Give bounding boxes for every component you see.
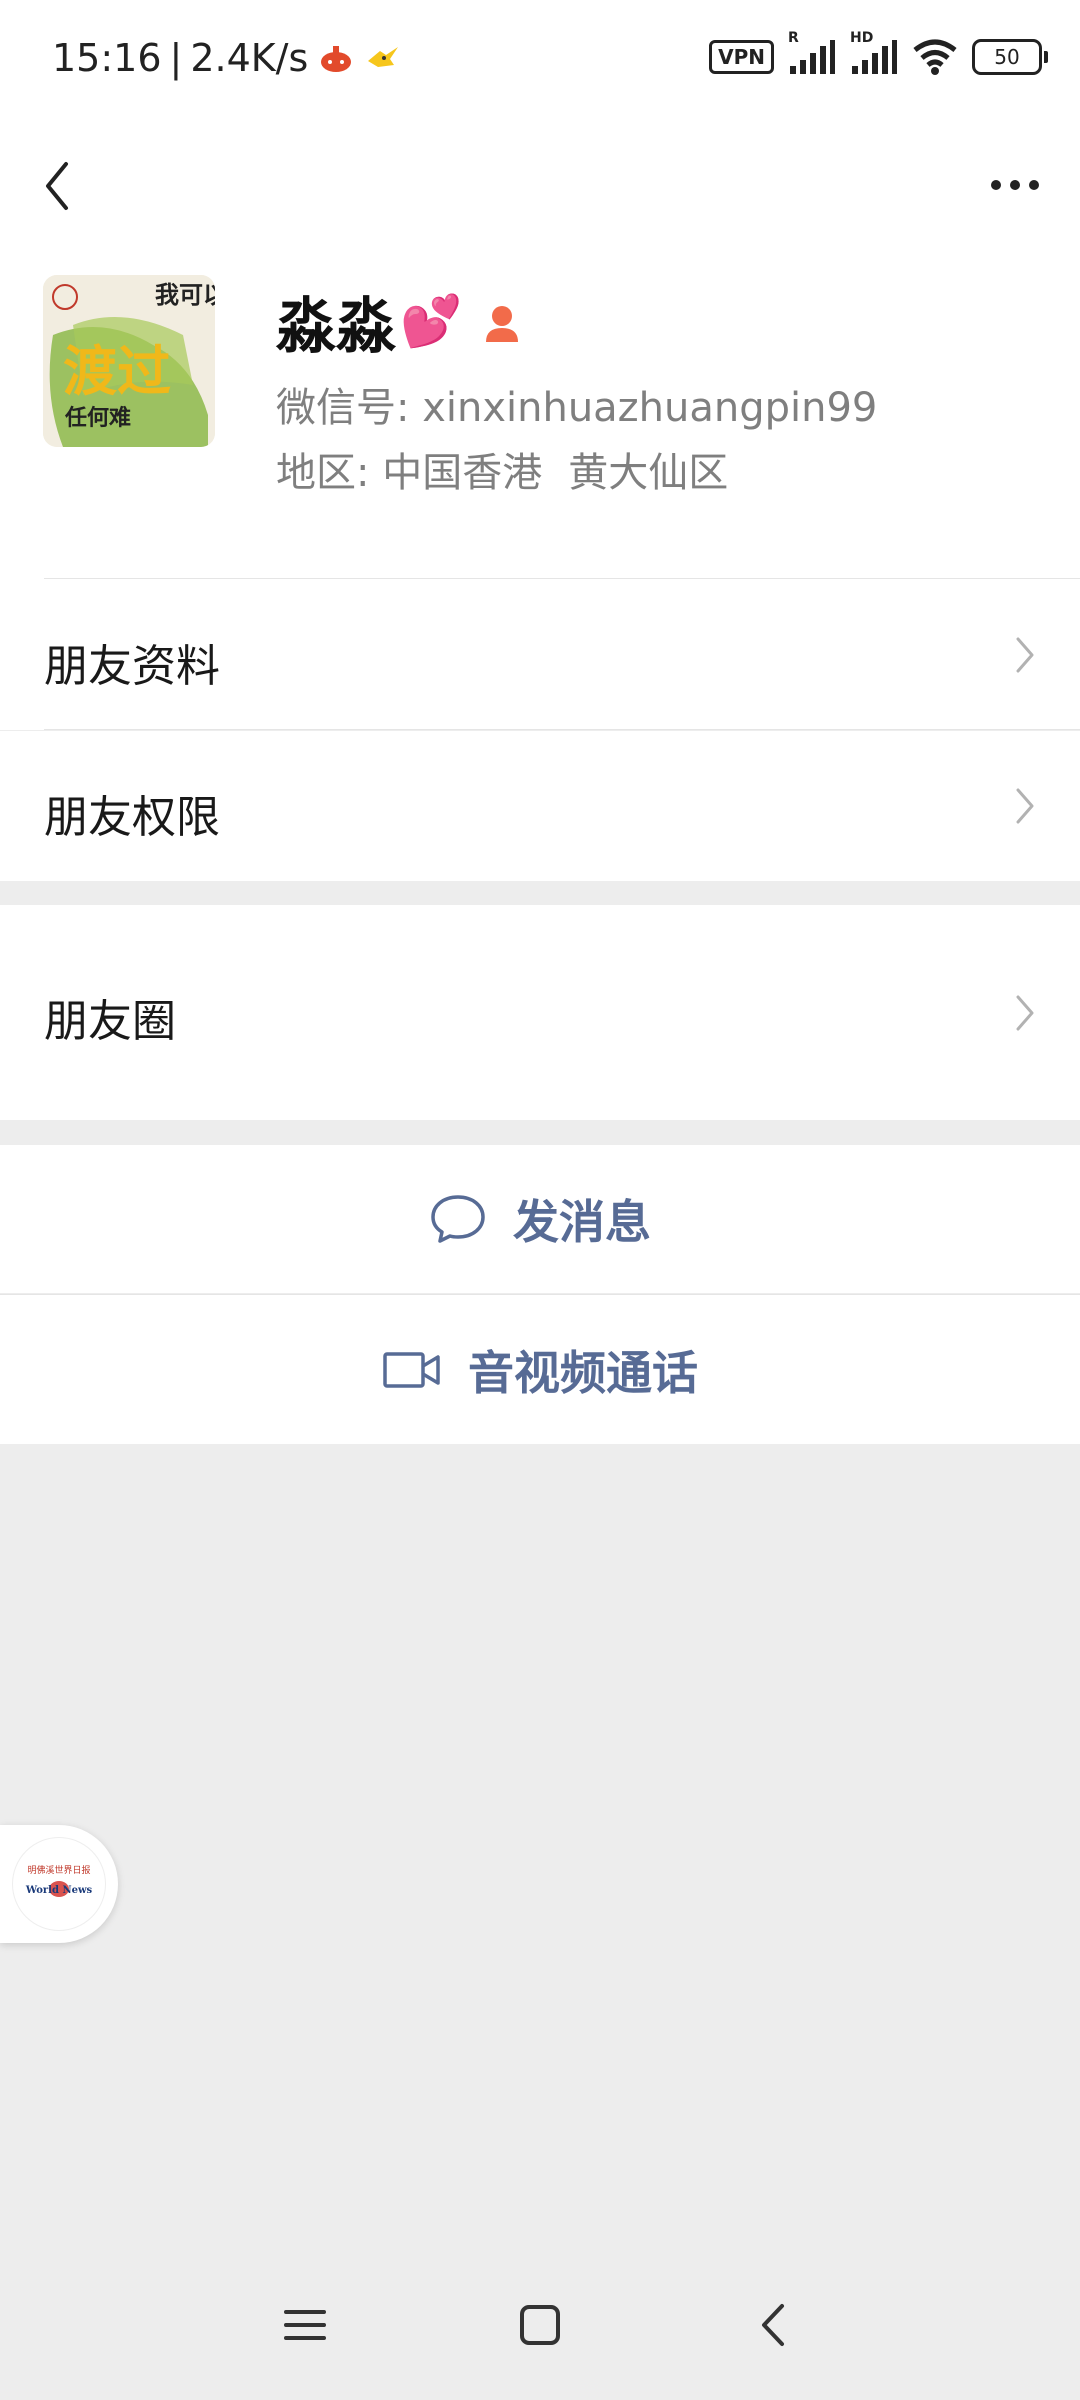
back-button[interactable]: [30, 140, 100, 230]
signal-1-tag: R: [788, 30, 799, 46]
status-bar: 15:16 | 2.4K/s VPN R HD 50: [0, 0, 1080, 120]
floating-window-bubble[interactable]: 明佛溪世界日报 World News: [0, 1825, 118, 1943]
news-logo-icon: 明佛溪世界日报 World News: [25, 1864, 93, 1897]
chevron-right-icon: [1016, 995, 1034, 1031]
avatar-text-3: 任何难: [64, 405, 131, 431]
region-district: 黄大仙区: [568, 450, 729, 496]
avatar-text-1: 我可以: [155, 281, 215, 309]
region: 地区: 中国香港 黄大仙区: [276, 440, 728, 498]
status-left: 15:16 | 2.4K/s: [52, 36, 400, 80]
divider: [44, 729, 1080, 730]
row-friend-info-label: 朋友资料: [44, 641, 220, 692]
contact-name: 淼淼: [276, 292, 396, 362]
more-options-button[interactable]: [970, 150, 1060, 220]
av-call-button[interactable]: 音视频通话: [0, 1295, 1080, 1444]
wifi-icon: [913, 39, 957, 75]
chevron-right-icon: [1016, 788, 1034, 824]
send-message-label: 发消息: [513, 1195, 651, 1249]
row-friend-permissions-label: 朋友权限: [44, 792, 220, 843]
battery-icon: 50: [972, 39, 1048, 75]
back-arrow-icon: [46, 162, 68, 210]
floating-window-thumbnail: 明佛溪世界日报 World News: [12, 1837, 106, 1931]
profile-header: 我可以 渡过 任何难 淼淼 💕 微信号: xinxinhuazhuangpin9…: [0, 270, 1080, 580]
status-time: 15:16: [52, 36, 162, 80]
signal-1-icon: R: [788, 30, 836, 76]
signal-2-icon: HD: [850, 30, 898, 76]
divider: [44, 578, 1080, 579]
signal-2-tag: HD: [850, 30, 874, 46]
back-nav-icon[interactable]: [740, 2290, 810, 2360]
menu-nav-icon[interactable]: [270, 2290, 340, 2360]
screen: 15:16 | 2.4K/s VPN R HD 50 我可 渡过 任何难 淼淼 …: [0, 0, 1080, 2400]
news-logo-bottom-text: World News: [25, 1885, 93, 1896]
chevron-right-icon: [1016, 637, 1034, 673]
wechat-id: 微信号: xinxinhuazhuangpin99: [276, 385, 878, 431]
avatar-text-2: 渡过: [63, 340, 171, 403]
top-nav: [0, 120, 1080, 270]
status-net-speed: 2.4K/s: [190, 36, 309, 80]
name-row: 淼淼 💕: [276, 278, 524, 365]
status-separator: |: [169, 36, 183, 80]
system-nav-bar: [0, 2250, 1080, 2400]
video-camera-icon: [383, 1351, 440, 1388]
av-call-label: 音视频通话: [468, 1345, 698, 1400]
female-gender-icon: [486, 305, 519, 342]
pikachu-notification-icon: [368, 47, 399, 67]
chat-bubble-icon: [431, 1195, 485, 1243]
row-moments[interactable]: 朋友圈: [0, 905, 1080, 1120]
app-notification-icon: [321, 46, 352, 72]
region-label: 地区: 中国香港: [276, 450, 543, 496]
row-friend-info[interactable]: 朋友资料: [0, 580, 1080, 730]
avatar[interactable]: 我可以 渡过 任何难: [43, 275, 215, 447]
news-logo-top-text: 明佛溪世界日报: [27, 1864, 90, 1876]
home-nav-icon[interactable]: [505, 2290, 575, 2360]
row-moments-label: 朋友圈: [44, 996, 176, 1047]
name-emoji: 💕: [400, 292, 463, 350]
more-dots-icon: [991, 180, 1039, 190]
vpn-badge: VPN: [709, 40, 774, 74]
status-right: VPN R HD 50: [709, 30, 1048, 76]
send-message-button[interactable]: 发消息: [0, 1145, 1080, 1293]
row-friend-permissions[interactable]: 朋友权限: [0, 731, 1080, 881]
avatar-image: 我可以 渡过 任何难: [43, 275, 215, 447]
